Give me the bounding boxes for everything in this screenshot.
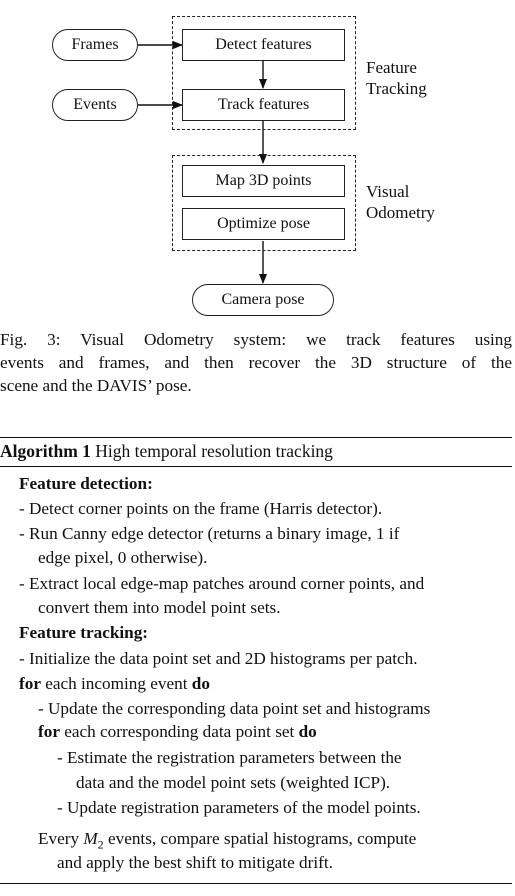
ft-step-1: - Initialize the data point set and 2D h…	[19, 649, 418, 668]
for-keyword-1: for	[19, 674, 41, 693]
fd-step-2b: edge pixel, 0 otherwise).	[38, 548, 208, 567]
frames-node: Frames	[52, 29, 138, 61]
fd-step-2a: - Run Canny edge detector (returns a bin…	[19, 524, 400, 543]
for-loop-2: for each corresponding data point set do	[38, 720, 317, 743]
do-keyword-2: do	[298, 722, 317, 741]
detect-features-label: Detect features	[215, 36, 312, 53]
algorithm-mid-rule	[0, 466, 512, 467]
visual-odometry-label-line1: Visual	[366, 182, 410, 201]
detect-features-box: Detect features	[182, 29, 345, 61]
figure-caption: Fig. 3: Visual Odometry system: we track…	[0, 328, 512, 397]
events-node: Events	[52, 89, 138, 121]
optimize-pose-box: Optimize pose	[182, 208, 345, 240]
for-loop-1-text: each incoming event	[45, 674, 188, 693]
caption-line-1: Fig. 3: Visual Odometry system: we track…	[0, 330, 512, 349]
camera-pose-label: Camera pose	[221, 291, 305, 308]
algorithm-number: Algorithm 1	[0, 441, 91, 461]
camera-pose-node: Camera pose	[192, 284, 334, 316]
track-features-label: Track features	[217, 96, 310, 113]
visual-odometry-label-line2: Odometry	[366, 203, 435, 222]
fd-step-3b: convert them into model point sets.	[38, 598, 281, 617]
optimize-pose-label: Optimize pose	[217, 215, 310, 232]
every-line-2: and apply the best shift to mitigate dri…	[57, 853, 333, 872]
caption-line-3: scene and the DAVIS’ pose.	[0, 376, 192, 395]
loop1-step-a: - Update the corresponding data point se…	[38, 699, 431, 718]
for-loop-2-text: each corresponding data point set	[64, 722, 295, 741]
algorithm-title: Algorithm 1 High temporal resolution tra…	[0, 440, 333, 462]
feature-detection-heading: Feature detection:	[19, 474, 153, 493]
visual-odometry-label: Visual Odometry	[366, 181, 435, 223]
feature-tracking-heading: Feature tracking:	[19, 623, 149, 642]
map-3d-points-box: Map 3D points	[182, 165, 345, 197]
track-features-box: Track features	[182, 89, 345, 121]
feature-tracking-label-line1: Feature	[366, 58, 417, 77]
feature-tracking-label: Feature Tracking	[366, 57, 427, 99]
fd-step-3a: - Extract local edge-map patches around …	[19, 574, 425, 593]
do-keyword-1: do	[191, 674, 210, 693]
frames-label: Frames	[71, 36, 119, 53]
every-post: events, compare spatial histograms, comp…	[107, 829, 417, 848]
algorithm-top-rule	[0, 437, 512, 438]
every-sub: 2	[97, 837, 104, 852]
algorithm-name: High temporal resolution tracking	[95, 441, 333, 461]
for-keyword-2: for	[38, 722, 60, 741]
every-var: M	[83, 829, 98, 848]
feature-tracking-label-line2: Tracking	[366, 79, 427, 98]
loop2-step-a2: data and the model point sets (weighted …	[76, 773, 391, 792]
loop2-step-a1: - Estimate the registration parameters b…	[57, 748, 402, 767]
loop2-step-b: - Update registration parameters of the …	[57, 798, 421, 817]
events-label: Events	[73, 96, 117, 113]
fd-step-1: - Detect corner points on the frame (Har…	[19, 499, 383, 518]
map-3d-points-label: Map 3D points	[215, 172, 312, 189]
every-pre: Every	[38, 829, 80, 848]
caption-line-2: events and frames, and then recover the …	[0, 353, 512, 372]
for-loop-1: for each incoming event do	[19, 672, 210, 695]
algorithm-bottom-rule	[0, 883, 512, 884]
